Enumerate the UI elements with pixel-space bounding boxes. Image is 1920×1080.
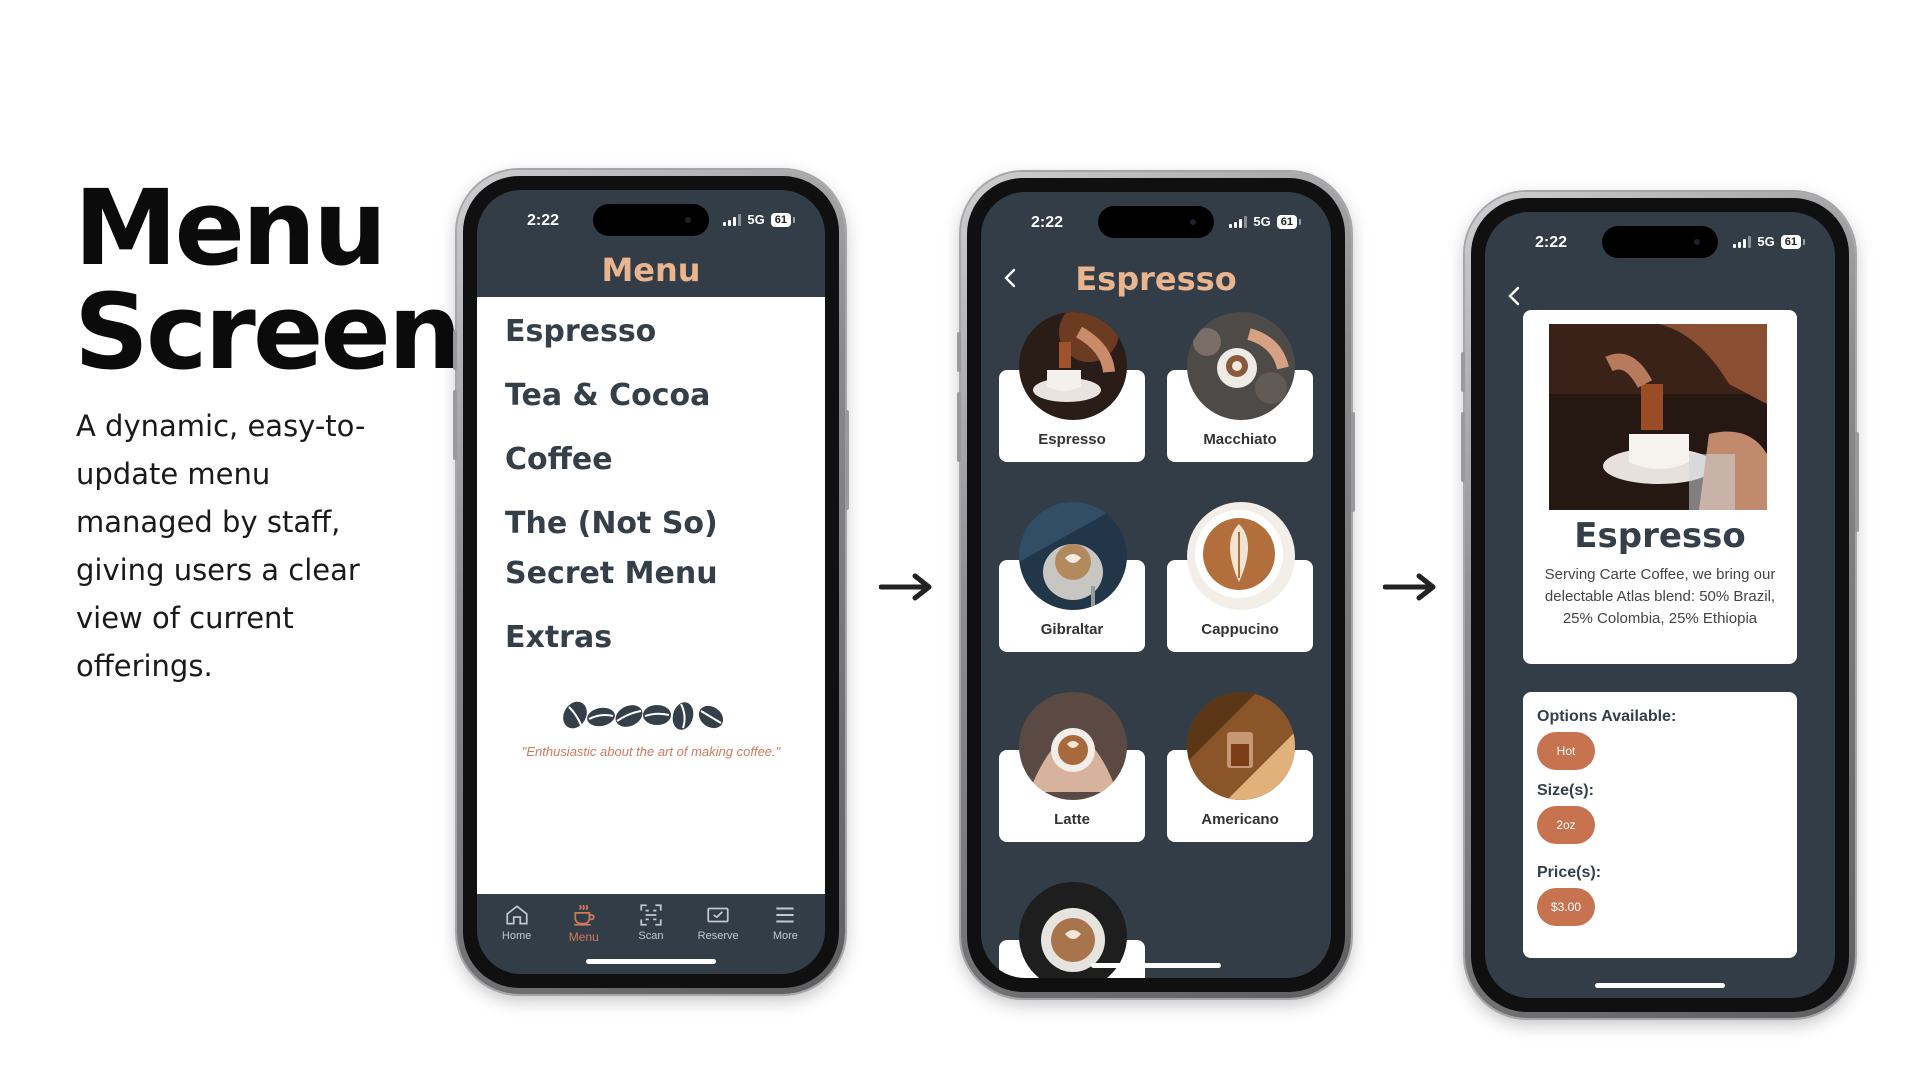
status-bar: 2:22 5G 61 [1485, 212, 1835, 272]
drink-card-americano[interactable]: Americano [1167, 692, 1313, 842]
back-chevron-icon[interactable] [1503, 284, 1527, 308]
tab-reserve-label: Reserve [697, 930, 739, 942]
status-bar: 2:22 5G 61 [477, 190, 825, 250]
drink-card-label: Americano [1201, 811, 1279, 828]
drink-card-latte[interactable]: Latte [999, 692, 1145, 842]
coffee-cup-icon [574, 904, 595, 926]
drink-card-cappucino[interactable]: Cappucino [1167, 502, 1313, 652]
drink-card-macchiato[interactable]: Macchiato [1167, 312, 1313, 462]
home-indicator [586, 959, 716, 964]
home-indicator [1595, 983, 1725, 988]
drink-card-label: Macchiato [1203, 431, 1277, 448]
menu-category-panel: Espresso Tea & Cocoa Coffee The (Not So)… [477, 297, 825, 894]
macchiato-photo [1187, 312, 1295, 420]
tab-scan-label: Scan [638, 930, 664, 942]
menu-category-list: Espresso Tea & Cocoa Coffee The (Not So)… [477, 297, 825, 663]
espresso-list-screen: 2:22 5G 61 Espresso Espresso Macchiato G… [981, 192, 1331, 978]
tab-more-label: More [772, 930, 798, 942]
home-icon [505, 905, 528, 925]
tab-more[interactable]: More [755, 894, 815, 974]
network-label: 5G [1757, 234, 1775, 249]
page-title: Espresso [1075, 260, 1237, 298]
menu-category-secret-menu[interactable]: The (Not So) Secret Menu [505, 499, 825, 599]
page-title: Menu [601, 251, 701, 289]
espresso-photo [1019, 312, 1127, 420]
tab-home-label: Home [501, 930, 532, 942]
arrow-right-icon [1383, 573, 1436, 601]
signal-icon [1229, 215, 1248, 228]
espresso-detail-screen: 2:22 5G 61 Espresso Serving Carte Coffee… [1485, 212, 1835, 998]
option-chip-hot[interactable]: Hot [1537, 732, 1595, 770]
status-bar: 2:22 5G 61 [981, 192, 1331, 252]
drink-card-gibraltar[interactable]: Gibraltar [999, 502, 1145, 652]
tab-menu-label: Menu [568, 930, 599, 944]
menu-category-tea-cocoa[interactable]: Tea & Cocoa [505, 371, 825, 421]
scan-icon [640, 904, 662, 926]
phone-menu-screen: 2:22 5G 61 Menu Espresso Tea & Cocoa Cof… [453, 170, 849, 994]
gibraltar-photo [1019, 502, 1127, 610]
signal-icon [723, 213, 742, 226]
sizes-label: Size(s): [1537, 782, 1594, 799]
espresso-hero-photo [1549, 324, 1767, 510]
network-label: 5G [1253, 214, 1271, 229]
menu-category-extras[interactable]: Extras [505, 613, 825, 663]
drink-card-label: Latte [1054, 811, 1090, 828]
drink-detail-card: Espresso Serving Carte Coffee, we bring … [1523, 310, 1797, 664]
status-time: 2:22 [527, 212, 560, 229]
drink-card-label: Espresso [1038, 431, 1106, 448]
home-indicator [1091, 963, 1221, 968]
battery-icon: 61 [1276, 214, 1302, 229]
dynamic-island [1602, 226, 1718, 258]
battery-icon: 61 [770, 212, 796, 227]
drink-card-label: Gibraltar [1040, 621, 1104, 638]
slide-description: A dynamic, easy-to-update menu managed b… [76, 409, 366, 683]
drink-options-card: Options Available: Hot Size(s): 2oz Pric… [1523, 692, 1797, 958]
drink-description: Serving Carte Coffee, we bring our delec… [1544, 566, 1776, 627]
phone-espresso-list-screen: 2:22 5G 61 Espresso Espresso Macchiato G… [957, 172, 1355, 998]
phone-espresso-detail-screen: 2:22 5G 61 Espresso Serving Carte Coffee… [1461, 192, 1859, 1018]
drink-card-espresso[interactable]: Espresso [999, 312, 1145, 462]
prices-label: Price(s): [1537, 864, 1602, 881]
slide-title-block: Menu Screens A dynamic, easy-to-update m… [74, 176, 521, 690]
cappucino-photo [1187, 502, 1295, 610]
menu-screen: 2:22 5G 61 Menu Espresso Tea & Cocoa Cof… [477, 190, 825, 974]
hamburger-icon [776, 907, 795, 923]
tab-home[interactable]: Home [487, 894, 547, 974]
coffee-beans-logo [477, 697, 825, 733]
price-chip[interactable]: $3.00 [1537, 888, 1595, 926]
dynamic-island [593, 204, 709, 236]
drink-card-label: Cappucino [1201, 621, 1279, 638]
tagline: "Enthusiastic about the art of making co… [521, 744, 781, 759]
americano-photo [1187, 692, 1295, 800]
drink-title: Espresso [1574, 516, 1746, 556]
reserve-icon [707, 907, 729, 923]
dynamic-island [1098, 206, 1214, 238]
size-chip-2oz[interactable]: 2oz [1537, 806, 1595, 844]
latte-photo [1019, 692, 1127, 800]
drink-grid: Espresso Macchiato Gibraltar Cappucino L [999, 312, 1313, 978]
status-time: 2:22 [1535, 234, 1568, 251]
signal-icon [1733, 235, 1752, 248]
slide-title-line2: Screens [74, 271, 521, 393]
options-label: Options Available: [1537, 708, 1677, 725]
network-label: 5G [747, 212, 765, 227]
slide-title: Menu Screens [74, 176, 521, 384]
menu-category-coffee[interactable]: Coffee [505, 435, 825, 485]
menu-category-espresso[interactable]: Espresso [505, 307, 825, 357]
arrow-right-icon [879, 573, 932, 601]
status-time: 2:22 [1031, 214, 1064, 231]
battery-icon: 61 [1780, 234, 1806, 249]
